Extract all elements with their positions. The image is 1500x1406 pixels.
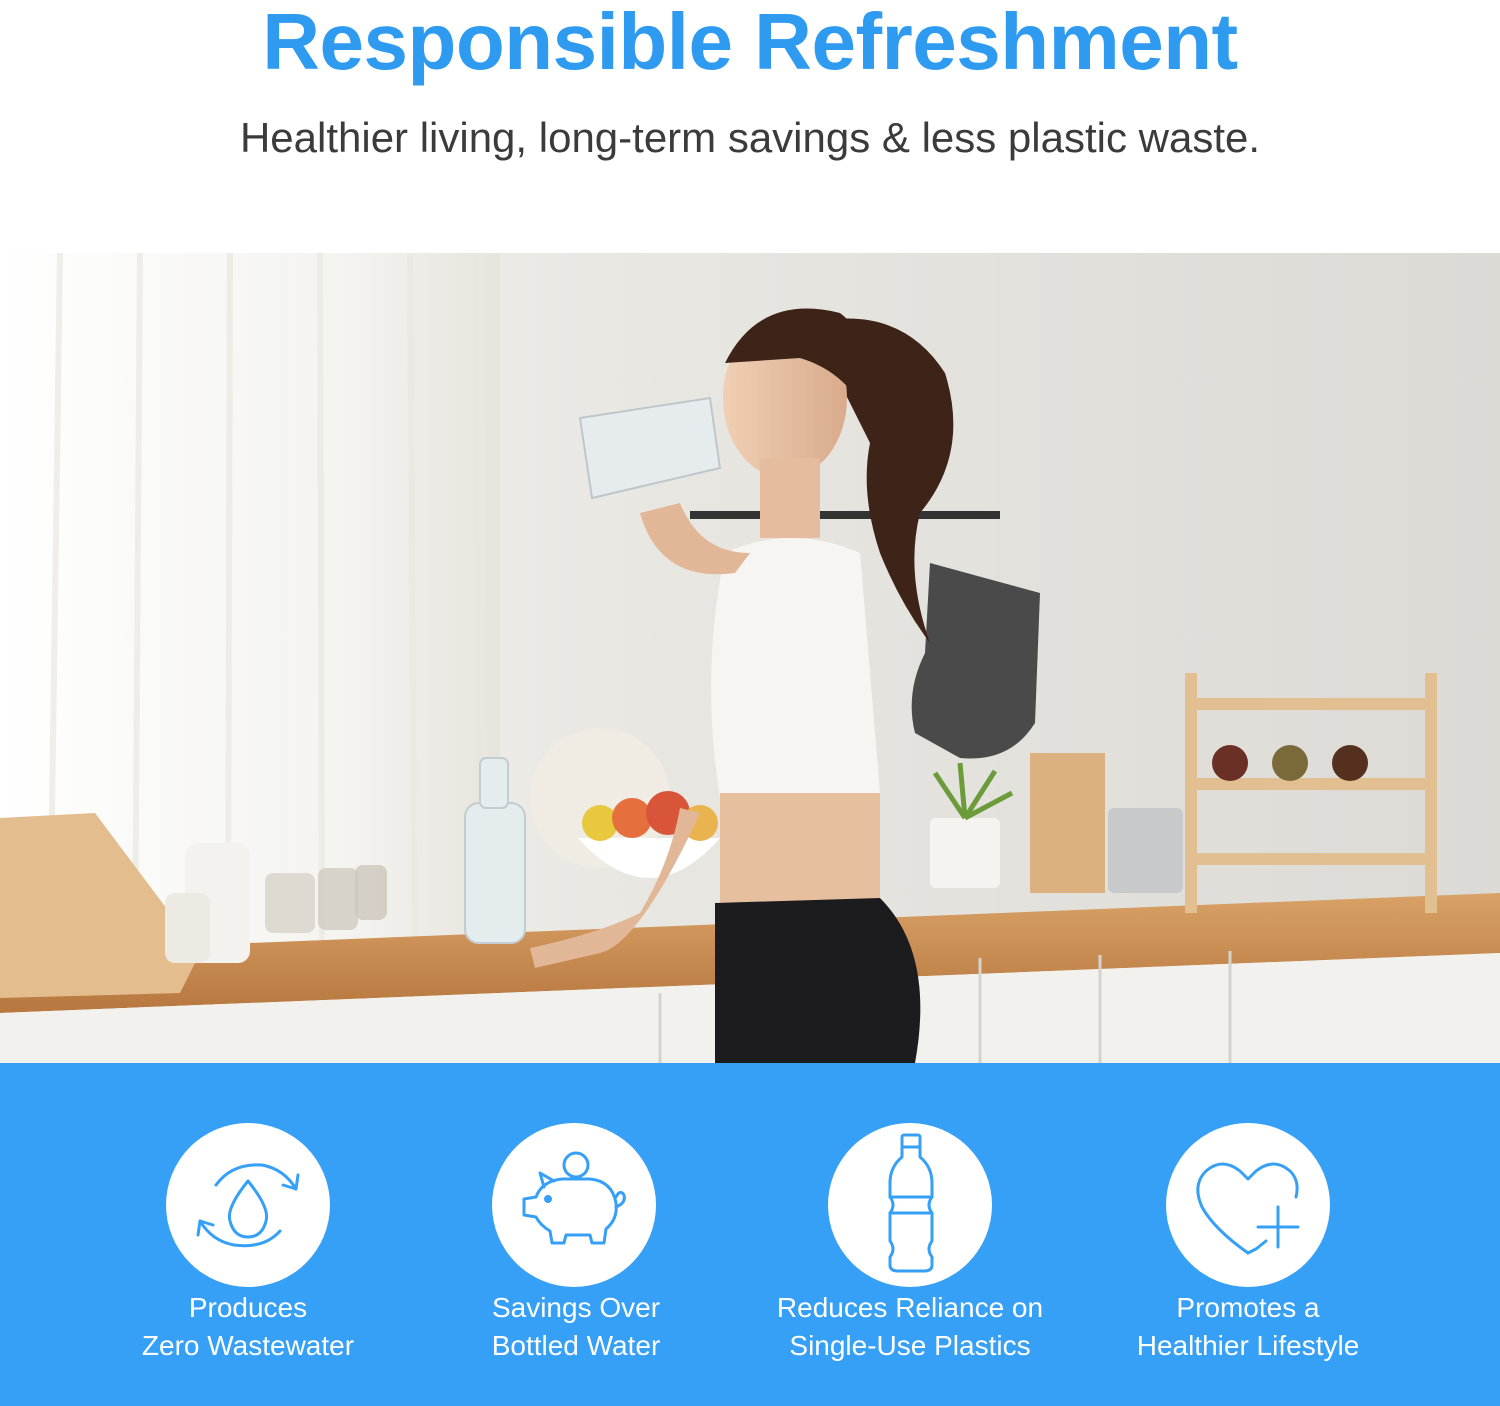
feature-icon-circle (166, 1123, 330, 1287)
feature-label-line1: Promotes a (1176, 1292, 1320, 1323)
feature-label: Reduces Reliance on Single-Use Plastics (740, 1289, 1080, 1365)
piggy-bank-icon (522, 1151, 626, 1245)
feature-label-line2: Healthier Lifestyle (1136, 1330, 1360, 1361)
feature-label-line2: Zero Wastewater (141, 1330, 355, 1361)
page-title: Responsible Refreshment (262, 0, 1238, 86)
feature-label-line2: Bottled Water (491, 1330, 661, 1361)
feature-icon-circle (828, 1123, 992, 1287)
feature-label: Produces Zero Wastewater (78, 1289, 418, 1365)
header: Responsible Refreshment Healthier living… (0, 0, 1500, 253)
feature-label-line1: Produces (188, 1292, 308, 1323)
feature-label-line2: Single-Use Plastics (789, 1330, 1031, 1361)
water-drop-cycle-icon (196, 1163, 300, 1248)
feature-icon-circle (492, 1123, 656, 1287)
kitchen-photo (0, 253, 1500, 1063)
features-band: Produces Zero Wastewater Savings Over Bo… (0, 1063, 1500, 1406)
heart-plus-icon (1196, 1162, 1300, 1255)
feature-label: Savings Over Bottled Water (406, 1289, 746, 1365)
feature-label: Promotes a Healthier Lifestyle (1078, 1289, 1418, 1365)
plastic-bottle-icon (888, 1133, 934, 1273)
feature-label-line1: Reduces Reliance on (776, 1292, 1044, 1323)
feature-label-line1: Savings Over (491, 1292, 661, 1323)
feature-icon-circle (1166, 1123, 1330, 1287)
page-subtitle: Healthier living, long-term savings & le… (239, 114, 1261, 161)
